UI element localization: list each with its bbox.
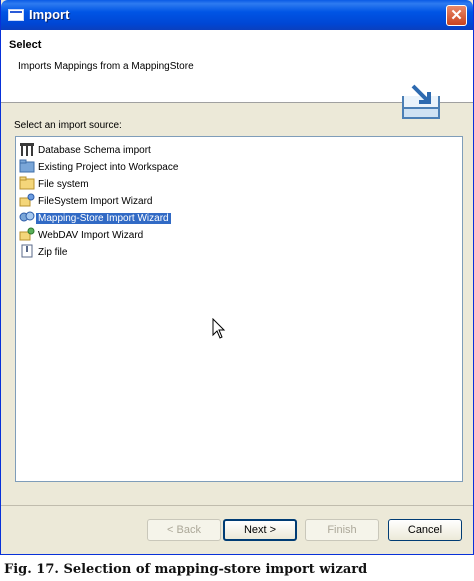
list-item[interactable]: Mapping-Store Import Wizard	[19, 210, 171, 226]
project-folder-icon	[19, 159, 35, 173]
list-item-label: WebDAV Import Wizard	[38, 230, 144, 241]
database-schema-icon	[20, 143, 34, 156]
figure-caption: Fig. 17. Selection of mapping-store impo…	[4, 562, 368, 577]
list-item[interactable]: File system	[19, 176, 91, 192]
title-bar[interactable]: Import ✕	[1, 0, 473, 30]
footer-divider	[1, 505, 473, 506]
zip-file-icon	[21, 244, 33, 258]
list-item-label: FileSystem Import Wizard	[38, 196, 153, 207]
header-title: Select	[9, 39, 42, 51]
finish-button[interactable]: Finish	[305, 519, 379, 541]
list-item-label: Mapping-Store Import Wizard	[36, 213, 171, 224]
next-button[interactable]: Next >	[223, 519, 297, 541]
list-item[interactable]: Zip file	[19, 244, 69, 260]
wizard-icon	[19, 193, 35, 207]
mouse-cursor-icon	[212, 318, 226, 339]
list-item-label: Database Schema import	[38, 145, 151, 156]
list-item[interactable]: Database Schema import	[19, 142, 153, 158]
list-item[interactable]: Existing Project into Workspace	[19, 159, 180, 175]
cancel-button[interactable]: Cancel	[388, 519, 462, 541]
list-item[interactable]: FileSystem Import Wizard	[19, 193, 154, 209]
window-icon	[8, 9, 24, 21]
wizard-header: Select Imports Mappings from a MappingSt…	[1, 30, 473, 119]
import-source-list[interactable]: Database Schema import Existing Project …	[15, 136, 463, 482]
header-description: Imports Mappings from a MappingStore	[18, 61, 194, 72]
mapping-wizard-icon	[19, 211, 35, 222]
import-dialog: Import ✕ Select Imports Mappings from a …	[0, 0, 474, 555]
list-item-label: File system	[38, 179, 89, 190]
webdav-wizard-icon	[19, 227, 35, 241]
list-item-label: Existing Project into Workspace	[38, 162, 179, 173]
import-wizard-icon	[402, 84, 440, 119]
import-source-label: Select an import source:	[14, 120, 122, 131]
folder-icon	[19, 176, 35, 190]
list-item[interactable]: WebDAV Import Wizard	[19, 227, 145, 243]
window-title: Import	[29, 7, 70, 22]
close-button[interactable]: ✕	[446, 5, 467, 26]
back-button[interactable]: < Back	[147, 519, 221, 541]
list-item-label: Zip file	[38, 247, 68, 258]
